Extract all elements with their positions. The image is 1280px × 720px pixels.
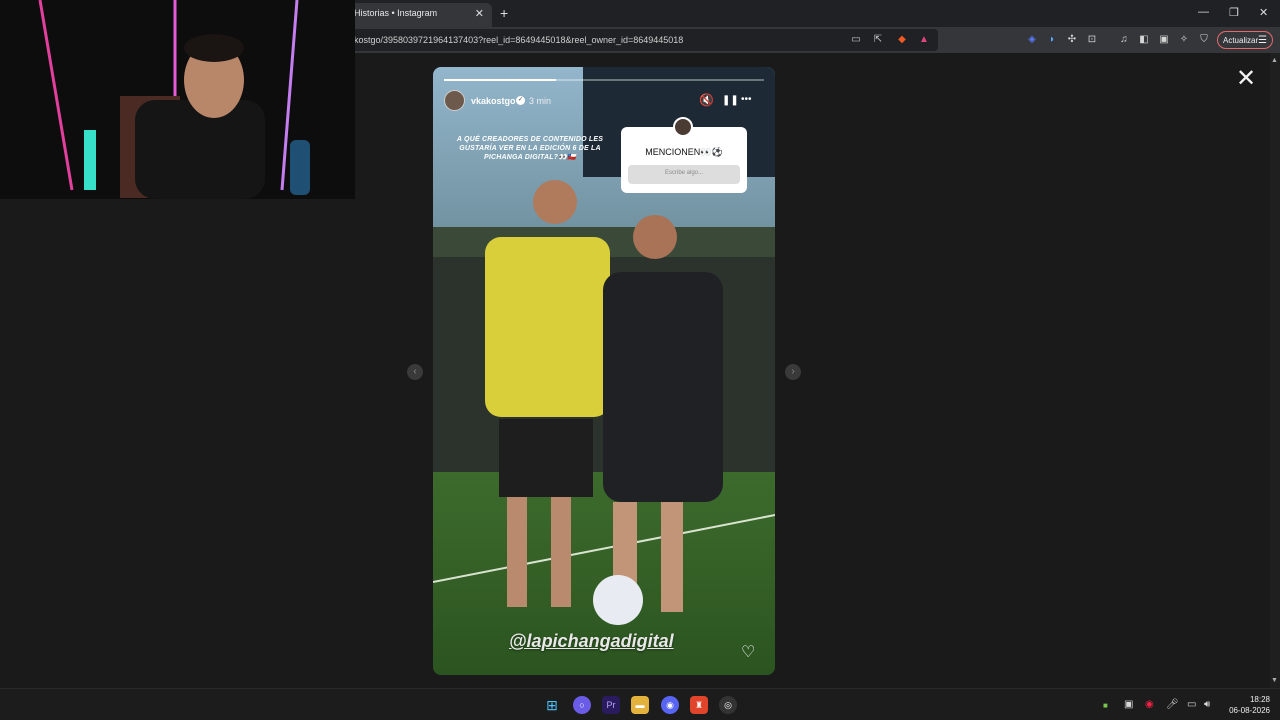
scroll-up-icon[interactable]: ▲: [1271, 57, 1278, 64]
story-progress-bar: [444, 79, 764, 81]
brave-shields-icon[interactable]: ◆: [896, 34, 908, 46]
menu-icon: ☰: [1258, 35, 1267, 46]
story-caption: A QUÉ CREADORES DE CONTENIDO LES GUSTARÍ…: [456, 136, 604, 161]
scrollbar[interactable]: [1270, 53, 1280, 688]
clock-date[interactable]: 06-08-2026: [1220, 706, 1270, 715]
vpn-icon[interactable]: ◈: [1026, 34, 1038, 46]
discord-icon[interactable]: ◉: [661, 696, 679, 714]
minimize-button[interactable]: —: [1198, 6, 1209, 18]
close-viewer-icon[interactable]: ✕: [1236, 67, 1256, 91]
tab-title: Historias • Instagram: [354, 8, 438, 18]
nvidia-icon[interactable]: ■: [1103, 701, 1108, 710]
clock-time[interactable]: 18:28: [1240, 695, 1270, 704]
webcam-overlay: [0, 0, 355, 199]
brave-rewards-icon[interactable]: ▲: [918, 34, 930, 46]
app-circle-icon[interactable]: ○: [573, 696, 591, 714]
pause-icon[interactable]: ❚❚: [722, 95, 739, 106]
question-sticker-title: MENCIONEN👀⚽: [645, 147, 723, 157]
question-answer-placeholder: Escribe algo...: [664, 170, 704, 176]
story-username[interactable]: vkakostgo: [471, 96, 516, 106]
mute-icon[interactable]: 🔇: [699, 93, 714, 107]
scroll-down-icon[interactable]: ▼: [1271, 677, 1278, 684]
music-icon[interactable]: ♫: [1118, 34, 1130, 46]
update-label: Actualizar: [1223, 36, 1259, 45]
prev-story-button[interactable]: ‹: [407, 364, 423, 380]
file-explorer-icon[interactable]: ▬: [631, 696, 649, 714]
network-icon[interactable]: ▭: [1187, 699, 1196, 710]
update-button[interactable]: Actualizar ☰: [1217, 31, 1273, 49]
question-sticker[interactable]: MENCIONEN👀⚽ Escribe algo...: [621, 117, 747, 193]
extensions-icon[interactable]: ✣: [1066, 34, 1078, 46]
story-time: 3 min: [529, 96, 552, 106]
speech-icon[interactable]: ◗: [1046, 34, 1058, 46]
next-story-button[interactable]: ›: [785, 364, 801, 380]
address-bar[interactable]: kostgo/3958039721964137403?reel_id=86494…: [342, 29, 938, 51]
like-heart-icon[interactable]: ♡: [741, 642, 755, 662]
verified-badge-icon: ✓: [516, 96, 525, 105]
cast-icon[interactable]: ▭: [850, 34, 862, 46]
new-tab-button[interactable]: +: [500, 5, 508, 21]
share-icon[interactable]: ⇱: [872, 34, 884, 46]
sidebar-icon[interactable]: ◧: [1138, 34, 1150, 46]
start-icon[interactable]: ⊞: [543, 696, 561, 714]
tab-instagram-stories[interactable]: Historias • Instagram ✕: [342, 3, 492, 27]
avatar[interactable]: [444, 90, 465, 111]
restore-button[interactable]: ❐: [1229, 6, 1239, 19]
screenshot-icon[interactable]: ⊡: [1086, 34, 1098, 46]
wallet-icon[interactable]: ▣: [1158, 34, 1170, 46]
mention-sticker[interactable]: @lapichangadigital: [509, 631, 674, 652]
more-options-icon[interactable]: •••: [741, 94, 752, 105]
tab-close-icon[interactable]: ✕: [475, 7, 484, 20]
tray-app-icon[interactable]: ▣: [1124, 699, 1133, 710]
premiere-icon[interactable]: Pr: [602, 696, 620, 714]
url-text[interactable]: kostgo/3958039721964137403?reel_id=86494…: [354, 35, 683, 45]
microphone-icon[interactable]: 🎤︎: [1166, 699, 1179, 710]
leo-ai-icon[interactable]: ✧: [1178, 34, 1190, 46]
close-window-button[interactable]: ✕: [1259, 6, 1268, 19]
vpn-shield-icon[interactable]: ⛉: [1198, 34, 1210, 46]
story-card[interactable]: vkakostgo ✓ 3 min 🔇 ❚❚ ••• A QUÉ CREADOR…: [433, 67, 775, 675]
story-progress-fill: [444, 79, 556, 81]
question-sticker-avatar: [673, 117, 693, 137]
brave-browser-icon[interactable]: ♜: [690, 696, 708, 714]
question-answer-input[interactable]: Escribe algo...: [628, 165, 740, 184]
tray-shield-icon[interactable]: ◉: [1145, 699, 1154, 710]
os-taskbar: ⊞ ○ Pr ▬ ◉ ♜ ◎ ■ ▣ ◉ 🎤︎ ▭ 🔊︎ 18:28 06-08…: [0, 688, 1280, 720]
volume-icon[interactable]: 🔊︎: [1204, 699, 1210, 710]
obs-icon[interactable]: ◎: [719, 696, 737, 714]
